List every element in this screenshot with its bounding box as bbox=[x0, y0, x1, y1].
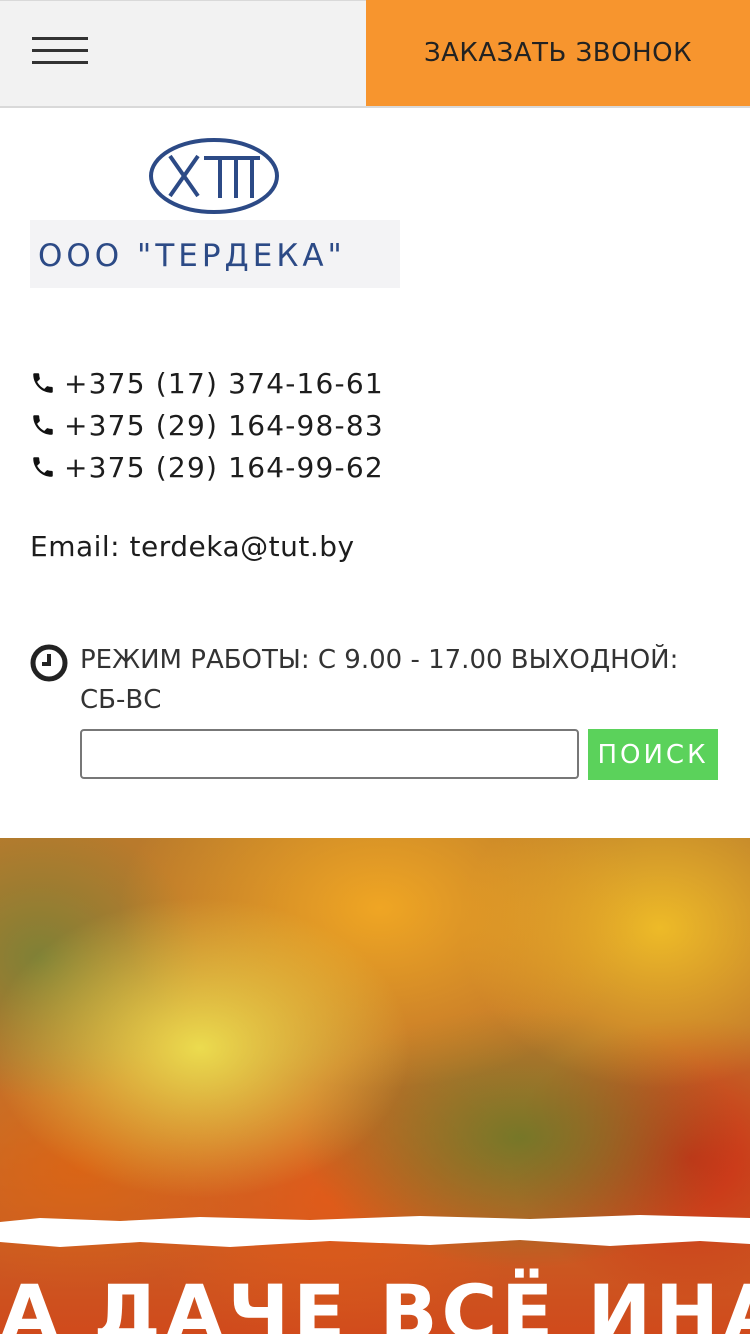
brush-stroke-divider bbox=[0, 1215, 750, 1247]
search-input[interactable] bbox=[80, 729, 579, 779]
search-button[interactable]: ПОИСК bbox=[588, 729, 718, 780]
phone-number[interactable]: +375 (17) 374-16-61 bbox=[64, 367, 384, 400]
clock-icon bbox=[30, 644, 68, 682]
phone-list: +375 (17) 374-16-61 +375 (29) 164-98-83 … bbox=[30, 362, 384, 488]
logo-text: ООО "ТЕРДЕКА" bbox=[38, 238, 346, 274]
company-logo[interactable]: ООО "ТЕРДЕКА" bbox=[30, 130, 400, 288]
phone-row[interactable]: +375 (29) 164-98-83 bbox=[30, 404, 384, 446]
phone-number[interactable]: +375 (29) 164-99-62 bbox=[64, 451, 384, 484]
hamburger-menu-icon[interactable] bbox=[32, 37, 88, 67]
menu-area bbox=[0, 0, 366, 106]
working-hours: РЕЖИМ РАБОТЫ: С 9.00 - 17.00 ВЫХОДНОЙ: С… bbox=[80, 645, 679, 715]
phone-row[interactable]: +375 (29) 164-99-62 bbox=[30, 446, 384, 488]
phone-icon bbox=[33, 415, 53, 435]
phone-row[interactable]: +375 (17) 374-16-61 bbox=[30, 362, 384, 404]
top-bar: ЗАКАЗАТЬ ЗВОНОК bbox=[0, 0, 750, 108]
order-call-button[interactable]: ЗАКАЗАТЬ ЗВОНОК bbox=[366, 0, 750, 106]
email-link[interactable]: Email: terdeka@tut.by bbox=[30, 530, 355, 563]
phone-icon bbox=[33, 373, 53, 393]
phone-number[interactable]: +375 (29) 164-98-83 bbox=[64, 409, 384, 442]
logo-emblem-icon bbox=[149, 138, 279, 214]
phone-icon bbox=[33, 457, 53, 477]
banner-headline: А ДАЧЕ ВСЁ ИНАЧЕ bbox=[0, 1268, 750, 1334]
hero-banner: А ДАЧЕ ВСЁ ИНАЧЕ bbox=[0, 838, 750, 1334]
